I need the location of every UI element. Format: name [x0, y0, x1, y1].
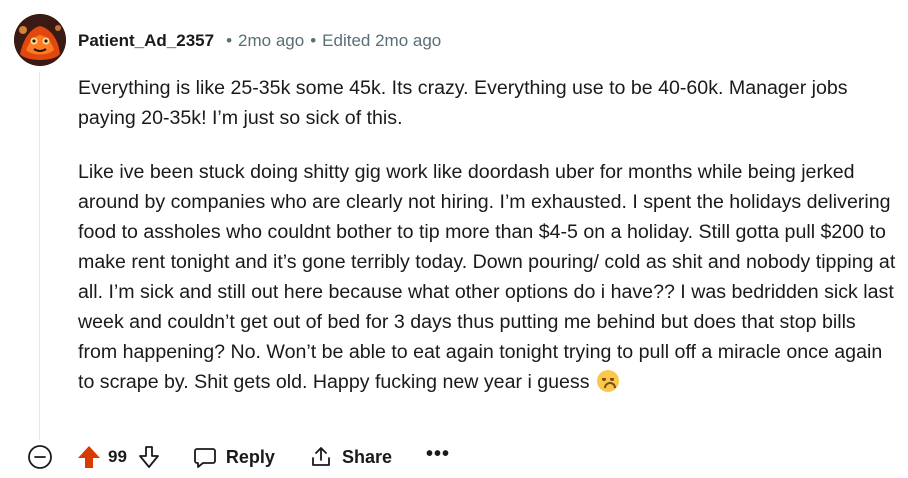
vote-count: 99 [108, 447, 127, 466]
comment-paragraph-text: Like ive been stuck doing shitty gig wor… [78, 161, 896, 393]
comment-paragraph: Everything is like 25-35k some 45k. Its … [78, 77, 848, 129]
comment-paragraph: Like ive been stuck doing shitty gig wor… [78, 157, 898, 397]
avatar[interactable] [14, 14, 66, 66]
downvote-button[interactable] [137, 444, 161, 470]
meta-separator: • [310, 31, 317, 50]
reply-label: Reply [225, 446, 275, 467]
username[interactable]: Patient_Ad_2357 [78, 31, 214, 51]
comment-actions: 99 Reply Share ••• [26, 441, 450, 473]
timestamp[interactable]: 2mo ago [238, 31, 304, 51]
more-options-button[interactable]: ••• [426, 444, 450, 464]
comment-body: Everything is like 25-35k some 45k. Its … [78, 73, 898, 421]
upvote-button[interactable] [76, 444, 102, 470]
minus-circle-icon [28, 445, 52, 469]
vote-group: 99 [76, 444, 161, 470]
comment-meta: Patient_Ad_2357 • 2mo ago • Edited 2mo a… [78, 30, 441, 52]
downvote-arrow-icon [139, 446, 159, 468]
avatar-image [14, 14, 66, 66]
meta-separator: • [226, 31, 233, 50]
upvote-arrow-icon [78, 446, 100, 468]
share-icon [312, 447, 330, 466]
share-button[interactable]: Share [309, 445, 392, 469]
disappointed-face-icon [596, 370, 619, 392]
collapse-thread-button[interactable] [26, 443, 54, 471]
reply-button[interactable]: Reply [193, 445, 275, 469]
edited-label: Edited 2mo ago [322, 31, 442, 50]
thread-line[interactable] [39, 72, 40, 440]
speech-bubble-icon [194, 448, 216, 468]
share-label: Share [341, 446, 392, 467]
